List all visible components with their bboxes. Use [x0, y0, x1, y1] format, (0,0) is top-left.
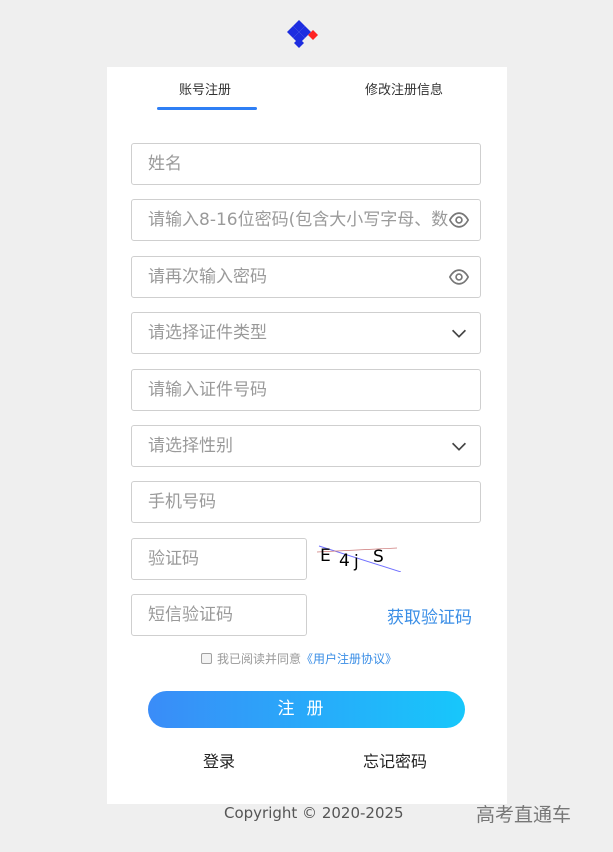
id-type-select[interactable]: 请选择证件类型: [131, 312, 481, 354]
svg-text:4: 4: [339, 551, 350, 571]
svg-text:j: j: [353, 552, 359, 572]
gender-select[interactable]: 请选择性别: [131, 425, 481, 467]
eye-icon[interactable]: [448, 209, 470, 231]
watermark-text: 高考直通车: [476, 804, 572, 826]
login-link[interactable]: 登录: [203, 748, 235, 772]
password-input[interactable]: [132, 200, 448, 240]
sms-code-input[interactable]: [132, 595, 298, 635]
captcha-image[interactable]: E 4 j S: [317, 542, 401, 572]
name-field[interactable]: [131, 143, 481, 185]
captcha-text: E: [320, 546, 331, 566]
id-type-placeholder: 请选择证件类型: [148, 323, 267, 343]
agreement-link[interactable]: 《用户注册协议》: [301, 650, 397, 667]
register-button[interactable]: 注册: [148, 691, 465, 728]
phone-field[interactable]: [131, 481, 481, 523]
tab-bar: 账号注册 修改注册信息: [107, 67, 507, 111]
register-card: 账号注册 修改注册信息 请选择证件类型 请选择性别: [107, 67, 507, 804]
id-number-field[interactable]: [131, 369, 481, 411]
password-confirm-field[interactable]: [131, 256, 481, 298]
chevron-down-icon[interactable]: [448, 435, 470, 457]
svg-text:S: S: [373, 547, 384, 567]
phone-input[interactable]: [132, 482, 448, 522]
get-sms-code-link[interactable]: 获取验证码: [387, 603, 472, 628]
id-number-input[interactable]: [132, 370, 448, 410]
captcha-field[interactable]: [131, 538, 307, 580]
copyright-text: Copyright © 2020-2025: [224, 804, 404, 822]
eye-icon[interactable]: [448, 266, 470, 288]
tab-account-register[interactable]: 账号注册: [179, 79, 231, 98]
active-tab-underline: [157, 107, 257, 110]
agreement-row: 我已阅读并同意 《用户注册协议》: [201, 650, 397, 667]
sms-code-field[interactable]: [131, 594, 307, 636]
agreement-checkbox[interactable]: [201, 653, 212, 664]
name-input[interactable]: [132, 144, 448, 184]
password-confirm-input[interactable]: [132, 257, 448, 297]
chevron-down-icon[interactable]: [448, 322, 470, 344]
password-field[interactable]: [131, 199, 481, 241]
forgot-password-link[interactable]: 忘记密码: [363, 748, 427, 772]
captcha-input[interactable]: [132, 539, 298, 579]
gender-placeholder: 请选择性别: [148, 436, 233, 456]
diamond-logo-icon: [287, 20, 318, 48]
tab-modify-info[interactable]: 修改注册信息: [365, 79, 443, 98]
agreement-text: 我已阅读并同意: [217, 652, 302, 666]
